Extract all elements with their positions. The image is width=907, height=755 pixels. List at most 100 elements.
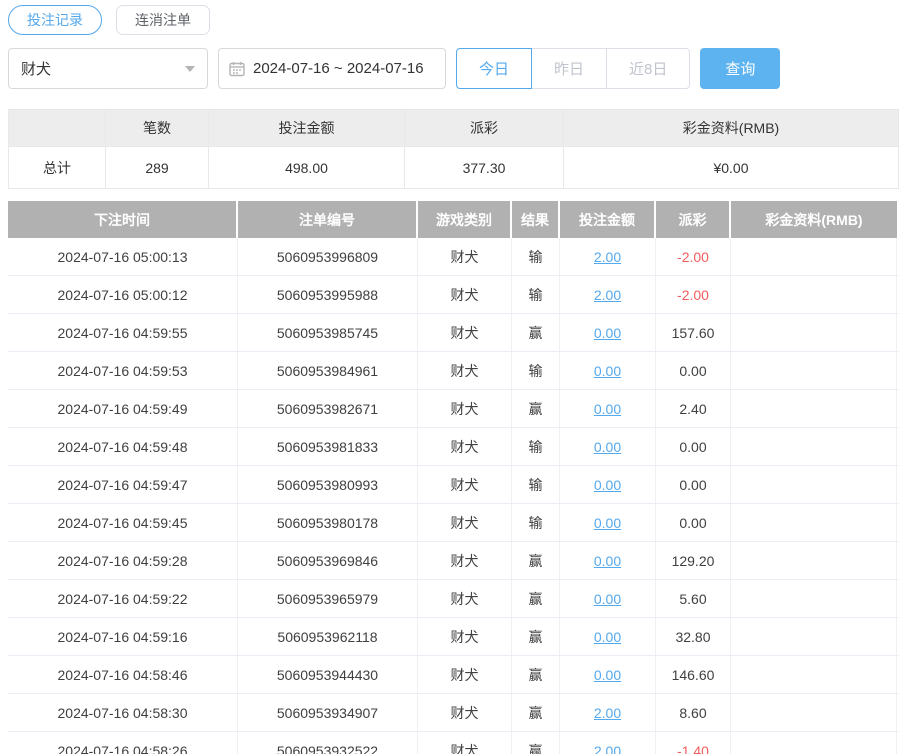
- header-bonus: 彩金资料(RMB): [731, 201, 897, 238]
- bet-amount-link[interactable]: 0.00: [594, 325, 621, 341]
- bonus-cell: [731, 466, 897, 503]
- game-type-cell: 财犬: [418, 466, 512, 503]
- bet-amount-cell: 0.00: [560, 466, 656, 503]
- summary-bonus-value: ¥0.00: [713, 159, 749, 176]
- bet-amount-cell: 0.00: [560, 656, 656, 693]
- summary-bet-amount-value: 498.00: [209, 147, 405, 188]
- game-type-cell: 财犬: [418, 694, 512, 731]
- payout-cell: -1.40: [656, 732, 731, 754]
- bet-amount-link[interactable]: 2.00: [594, 249, 621, 265]
- bonus-cell: [731, 694, 897, 731]
- bet-amount-link[interactable]: 0.00: [594, 363, 621, 379]
- table-row: 2024-07-16 04:59:22 5060953965979 财犬 赢 0…: [8, 580, 899, 618]
- bet-time-cell: 2024-07-16 04:59:47: [8, 466, 238, 503]
- bet-amount-link[interactable]: 2.00: [594, 743, 621, 755]
- payout-cell: 0.00: [656, 352, 731, 389]
- date-range-input[interactable]: 2024-07-16 ~ 2024-07-16: [218, 48, 446, 89]
- search-button[interactable]: 查询: [700, 48, 781, 89]
- bet-amount-cell: 2.00: [560, 694, 656, 731]
- table-row: 2024-07-16 04:59:28 5060953969846 财犬 赢 0…: [8, 542, 899, 580]
- bet-amount-cell: 0.00: [560, 618, 656, 655]
- bonus-cell: [731, 390, 897, 427]
- game-type-cell: 财犬: [418, 732, 512, 754]
- result-cell: 赢: [512, 314, 560, 351]
- summary-total-row: 总计 289 498.00 377.30 ¥0.00: [9, 147, 898, 188]
- result-cell: 输: [512, 238, 560, 275]
- bet-time-cell: 2024-07-16 04:58:46: [8, 656, 238, 693]
- bet-time-cell: 2024-07-16 04:59:49: [8, 390, 238, 427]
- payout-cell: 8.60: [656, 694, 731, 731]
- summary-count-value: 289: [106, 147, 209, 188]
- game-type-cell: 财犬: [418, 504, 512, 541]
- bet-amount-link[interactable]: 0.00: [594, 477, 621, 493]
- bet-amount-link[interactable]: 0.00: [594, 629, 621, 645]
- bet-amount-link[interactable]: 0.00: [594, 439, 621, 455]
- bet-amount-link[interactable]: 0.00: [594, 401, 621, 417]
- bet-time-cell: 2024-07-16 04:59:48: [8, 428, 238, 465]
- table-row: 2024-07-16 04:59:47 5060953980993 财犬 输 0…: [8, 466, 899, 504]
- bonus-cell: [731, 504, 897, 541]
- bonus-cell: [731, 732, 897, 754]
- bet-amount-link[interactable]: 0.00: [594, 591, 621, 607]
- order-number-cell: 5060953932522: [238, 732, 418, 754]
- order-number-cell: 5060953982671: [238, 390, 418, 427]
- result-cell: 输: [512, 428, 560, 465]
- result-cell: 输: [512, 466, 560, 503]
- payout-cell: 2.40: [656, 390, 731, 427]
- table-row: 2024-07-16 04:59:49 5060953982671 财犬 赢 0…: [8, 390, 899, 428]
- bet-amount-cell: 2.00: [560, 732, 656, 754]
- bet-amount-cell: 0.00: [560, 504, 656, 541]
- payout-cell: 129.20: [656, 542, 731, 579]
- bet-time-cell: 2024-07-16 04:58:30: [8, 694, 238, 731]
- bet-amount-link[interactable]: 0.00: [594, 515, 621, 531]
- bonus-cell: [731, 276, 897, 313]
- payout-cell: 5.60: [656, 580, 731, 617]
- records-table: 下注时间 注单编号 游戏类别 结果 投注金额 派彩 彩金资料(RMB) 2024…: [8, 201, 899, 754]
- header-game-type: 游戏类别: [418, 201, 510, 238]
- header-result: 结果: [512, 201, 558, 238]
- chevron-down-icon: [185, 65, 195, 72]
- records-header-row: 下注时间 注单编号 游戏类别 结果 投注金额 派彩 彩金资料(RMB): [8, 201, 899, 238]
- bonus-cell: [731, 428, 897, 465]
- yesterday-button[interactable]: 昨日: [531, 48, 608, 89]
- bet-amount-cell: 2.00: [560, 238, 656, 275]
- bet-amount-cell: 2.00: [560, 276, 656, 313]
- bet-amount-link[interactable]: 2.00: [594, 287, 621, 303]
- header-payout: 派彩: [656, 201, 729, 238]
- result-cell: 赢: [512, 390, 560, 427]
- tab-betting-records[interactable]: 投注记录: [8, 5, 102, 35]
- result-cell: 赢: [512, 618, 560, 655]
- game-select[interactable]: 财犬: [8, 48, 208, 89]
- result-cell: 输: [512, 276, 560, 313]
- table-row: 2024-07-16 04:59:55 5060953985745 财犬 赢 0…: [8, 314, 899, 352]
- summary-header-count: 笔数: [106, 110, 209, 147]
- tab-cancelled-orders[interactable]: 连消注单: [116, 5, 210, 35]
- last-8-days-button[interactable]: 近8日: [606, 48, 691, 89]
- bet-amount-link[interactable]: 0.00: [594, 553, 621, 569]
- order-number-cell: 5060953969846: [238, 542, 418, 579]
- bonus-cell: [731, 656, 897, 693]
- bet-amount-link[interactable]: 0.00: [594, 667, 621, 683]
- order-number-cell: 5060953996809: [238, 238, 418, 275]
- order-number-cell: 5060953980178: [238, 504, 418, 541]
- today-button[interactable]: 今日: [456, 48, 533, 89]
- header-bet-time: 下注时间: [8, 201, 236, 238]
- game-type-cell: 财犬: [418, 428, 512, 465]
- summary-header-bet-amount: 投注金额: [209, 110, 405, 147]
- table-row: 2024-07-16 04:59:45 5060953980178 财犬 输 0…: [8, 504, 899, 542]
- date-range-value: 2024-07-16 ~ 2024-07-16: [253, 60, 424, 77]
- result-cell: 赢: [512, 542, 560, 579]
- result-cell: 输: [512, 352, 560, 389]
- result-cell: 输: [512, 504, 560, 541]
- bet-amount-cell: 0.00: [560, 542, 656, 579]
- bonus-cell: [731, 314, 897, 351]
- bet-amount-link[interactable]: 2.00: [594, 705, 621, 721]
- records-body: 2024-07-16 05:00:13 5060953996809 财犬 输 2…: [8, 238, 899, 754]
- summary-table: 笔数 投注金额 派彩 彩金资料(RMB) 总计 289 498.00 377.3…: [8, 109, 899, 189]
- table-row: 2024-07-16 04:58:26 5060953932522 财犬 赢 2…: [8, 732, 899, 754]
- bet-amount-cell: 0.00: [560, 580, 656, 617]
- bonus-cell: [731, 618, 897, 655]
- order-number-cell: 5060953944430: [238, 656, 418, 693]
- result-cell: 赢: [512, 732, 560, 754]
- top-tabs: 投注记录 连消注单: [0, 0, 907, 35]
